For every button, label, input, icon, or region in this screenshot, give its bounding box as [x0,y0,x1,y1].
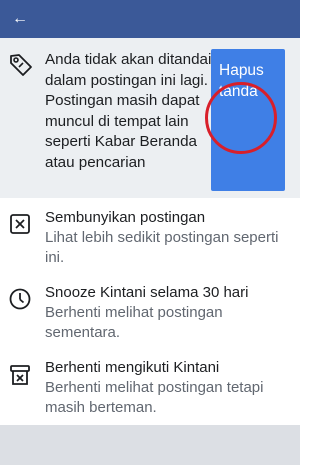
option-subtitle: Berhenti melihat postingan tetapi masih … [45,379,264,416]
option-hide-post[interactable]: Sembunyikan postingan Lihat lebih sediki… [0,198,300,273]
back-button[interactable]: ← [6,6,34,32]
option-subtitle: Berhenti melihat postingan sementara. [45,304,223,341]
option-title: Berhenti mengikuti Kintani [45,359,220,376]
hide-post-icon [10,214,30,234]
option-title: Sembunyikan postingan [45,209,206,226]
tag-notice-panel: Anda tidak akan ditandai dalam postingan… [0,38,300,198]
top-bar: ← [0,0,300,38]
clock-icon [9,288,31,310]
tag-notice-text: Anda tidak akan ditandai dalam postingan… [45,51,212,171]
option-snooze[interactable]: Snooze Kintani selama 30 hari Berhenti m… [0,273,300,353]
option-unfollow[interactable]: Berhenti mengikuti Kintani Berhenti meli… [0,353,300,425]
back-arrow-icon: ← [12,10,28,27]
annotation-circle [205,82,277,154]
option-subtitle: Lihat lebih sedikit postingan seperti in… [45,229,279,266]
option-title: Snooze Kintani selama 30 hari [45,284,249,301]
tag-icon [10,54,32,76]
unfollow-icon [10,365,30,385]
footer-background [0,425,300,465]
